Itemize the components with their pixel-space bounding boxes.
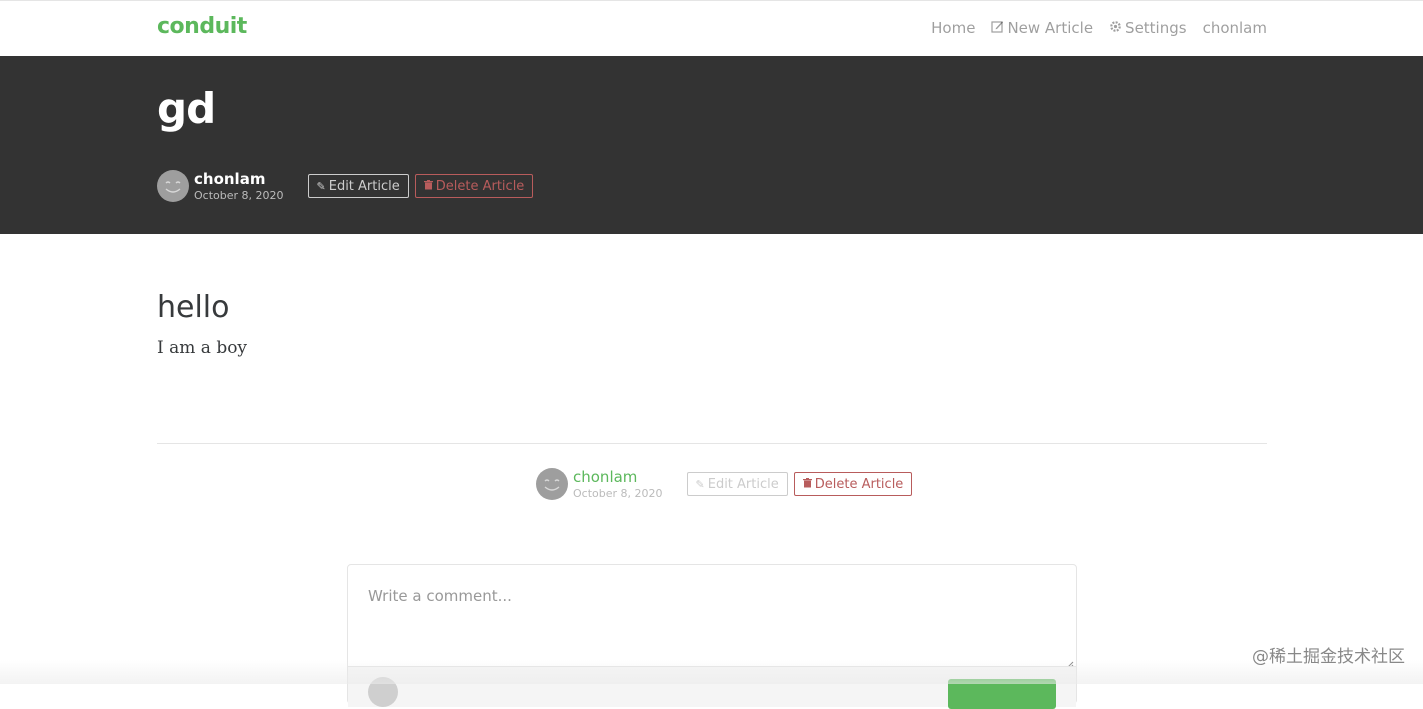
nav-item-profile[interactable]: chonlam: [1203, 19, 1267, 37]
author-link[interactable]: chonlam: [194, 171, 284, 187]
avatar[interactable]: [536, 468, 568, 500]
article-content: hello I am a boy: [157, 290, 247, 358]
delete-article-label: Delete Article: [814, 476, 904, 492]
edit-article-button[interactable]: ✎ Edit Article: [307, 174, 409, 198]
article-body-heading: hello: [157, 290, 230, 325]
nav-item-home[interactable]: Home: [931, 19, 975, 37]
author-link[interactable]: chonlam: [573, 469, 663, 485]
nav-item-label: New Article: [1007, 19, 1094, 37]
nav-links: Home New Article Settings chonlam: [915, 19, 1267, 37]
delete-article-label: Delete Article: [435, 178, 525, 194]
pencil-icon: ✎: [695, 477, 705, 491]
avatar[interactable]: [157, 170, 189, 202]
trash-icon: [802, 477, 812, 491]
article-meta: chonlam October 8, 2020 ✎ Edit Article D…: [157, 170, 534, 202]
nav-item-new-article[interactable]: New Article: [991, 19, 1093, 37]
gear-icon: [1109, 20, 1122, 37]
nav-item-label: Settings: [1125, 19, 1187, 37]
divider: [157, 443, 1267, 444]
avatar: [368, 677, 398, 707]
brand-logo[interactable]: conduit: [157, 14, 247, 39]
nav-item-label: Home: [931, 19, 976, 37]
article-body-text: I am a boy: [157, 338, 248, 358]
nav-item-label: chonlam: [1202, 19, 1267, 37]
edit-article-label: Edit Article: [328, 178, 400, 194]
comment-form-footer: [348, 666, 1076, 709]
delete-article-button[interactable]: Delete Article: [793, 472, 913, 496]
article-date: October 8, 2020: [573, 486, 663, 500]
author-info: chonlam October 8, 2020: [573, 469, 663, 500]
author-info: chonlam October 8, 2020: [194, 171, 284, 202]
comment-input[interactable]: [348, 565, 1076, 666]
article-actions-meta: chonlam October 8, 2020 ✎ Edit Article D…: [536, 468, 913, 500]
nav-item-settings[interactable]: Settings: [1109, 19, 1187, 37]
navbar: conduit Home New Article Settings chonla…: [0, 0, 1423, 56]
comment-form: [347, 564, 1077, 709]
delete-article-button[interactable]: Delete Article: [414, 174, 534, 198]
edit-icon: [991, 20, 1004, 37]
edit-article-label: Edit Article: [707, 476, 779, 492]
watermark: @稀土掘金技术社区: [1252, 647, 1405, 667]
resize-grip-icon[interactable]: [1064, 655, 1074, 670]
pencil-icon: ✎: [316, 179, 326, 193]
article-banner: gd chonlam October 8, 2020 ✎ Edit Articl…: [0, 56, 1423, 234]
edit-article-button[interactable]: ✎ Edit Article: [686, 472, 788, 496]
article-date: October 8, 2020: [194, 188, 284, 202]
article-title: gd: [157, 84, 216, 133]
trash-icon: [423, 179, 433, 193]
